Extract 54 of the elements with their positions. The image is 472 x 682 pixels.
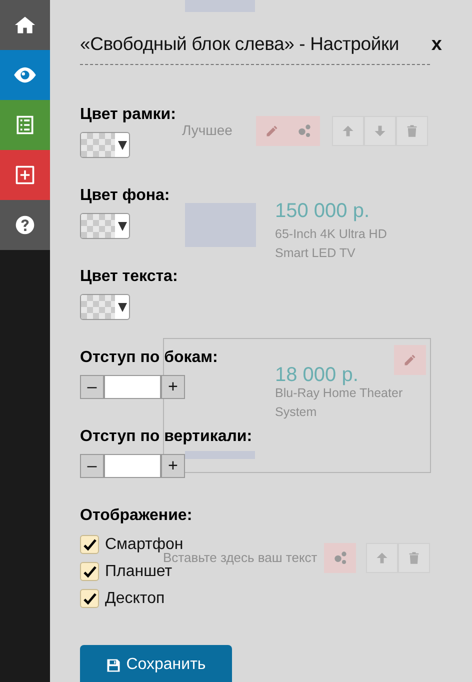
sidebar-button[interactable]: [0, 0, 50, 50]
field-label: Цвет текста:: [80, 266, 178, 286]
panel-title: «Свободный блок слева» - Настройки: [80, 32, 400, 56]
checkbox-label: Десктоп: [105, 588, 165, 608]
checkbox[interactable]: [80, 562, 99, 581]
floppy-icon: [106, 658, 122, 672]
toolbar-button[interactable]: [394, 345, 426, 375]
sidebar-button[interactable]: [0, 50, 50, 100]
caret-icon: [118, 140, 126, 150]
field-label: Цвет рамки:: [80, 104, 176, 124]
caret-icon: [118, 302, 126, 312]
sidebar-button[interactable]: [0, 100, 50, 150]
checkbox[interactable]: [80, 535, 99, 554]
number-field[interactable]: [104, 454, 161, 478]
decrement-button[interactable]: –: [80, 374, 104, 398]
trash-icon: [405, 124, 419, 138]
color-picker[interactable]: [80, 212, 130, 238]
list-icon: [14, 114, 36, 136]
color-picker[interactable]: [80, 132, 130, 158]
close-button[interactable]: x: [431, 31, 442, 60]
block-title: Лучшее: [182, 121, 232, 140]
pencil-icon: [403, 353, 417, 367]
decrement-button[interactable]: –: [80, 454, 104, 478]
number-field[interactable]: [104, 374, 161, 398]
product-price: 150 000 р.: [275, 199, 370, 224]
sidebar-button[interactable]: [0, 150, 50, 200]
product-name: 65-Inch 4K Ultra HD Smart LED TV: [275, 226, 388, 262]
home-icon: [14, 14, 36, 36]
checkbox[interactable]: [80, 589, 99, 608]
increment-button[interactable]: +: [161, 374, 185, 398]
arrow-up-icon: [341, 124, 355, 138]
increment-button[interactable]: +: [161, 454, 185, 478]
product-price: 18 000 р.: [275, 363, 358, 388]
checkbox-label: Планшет: [105, 562, 172, 582]
field-label: Цвет фона:: [80, 186, 170, 206]
toolbar-button[interactable]: [324, 543, 356, 573]
toolbar-button[interactable]: [288, 116, 320, 146]
color-picker[interactable]: [80, 294, 130, 320]
field-label: Отступ по вертикали:: [80, 426, 252, 446]
placeholder-text: Вставьте здесь ваш текст: [163, 550, 318, 565]
field-label: Отступ по бокам:: [80, 348, 218, 368]
pencil-icon: [265, 124, 279, 138]
photo-placeholder: [185, 451, 255, 459]
toolbar-button[interactable]: [256, 116, 288, 146]
field-label: Отображение:: [80, 506, 192, 526]
product-name: Blu-Ray Home Theater System: [275, 386, 404, 421]
checkbox-label: Смартфон: [105, 534, 184, 553]
caret-icon: [118, 220, 126, 230]
save-button[interactable]: Сохранить: [80, 644, 232, 682]
trash-icon: [407, 551, 421, 565]
arrow-down-icon: [373, 124, 387, 138]
arrow-up-icon: [375, 551, 389, 565]
sidebar-button[interactable]: [0, 200, 50, 250]
help-icon: [14, 214, 36, 236]
